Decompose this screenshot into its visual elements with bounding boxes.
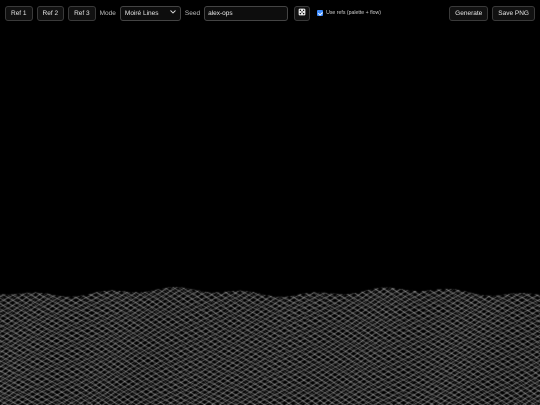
dice-icon [298,8,306,18]
use-refs-toggle[interactable]: Use refs (palette + flow) [317,10,381,16]
mode-select-value: Moiré Lines [124,9,159,17]
generate-button[interactable]: Generate [449,5,489,21]
mode-select[interactable]: Moiré Lines [119,5,181,21]
seed-label: Seed [184,9,201,17]
mode-label: Mode [99,9,116,17]
app: Ref 1 Ref 2 Ref 3 Mode Moiré Lines Seed [0,0,540,405]
use-refs-label: Use refs (palette + flow) [326,10,382,16]
ref-2-button[interactable]: Ref 2 [36,5,65,21]
chevron-down-icon [170,10,176,16]
art-canvas[interactable] [0,22,540,405]
toolbar: Ref 1 Ref 2 Ref 3 Mode Moiré Lines Seed [0,0,540,22]
save-png-button[interactable]: Save PNG [492,5,535,21]
seed-input[interactable] [204,5,289,21]
use-refs-checkbox[interactable] [317,10,324,16]
ref-3-button[interactable]: Ref 3 [68,5,96,21]
randomize-seed-button[interactable] [294,5,311,21]
ref-1-button[interactable]: Ref 1 [5,5,33,21]
